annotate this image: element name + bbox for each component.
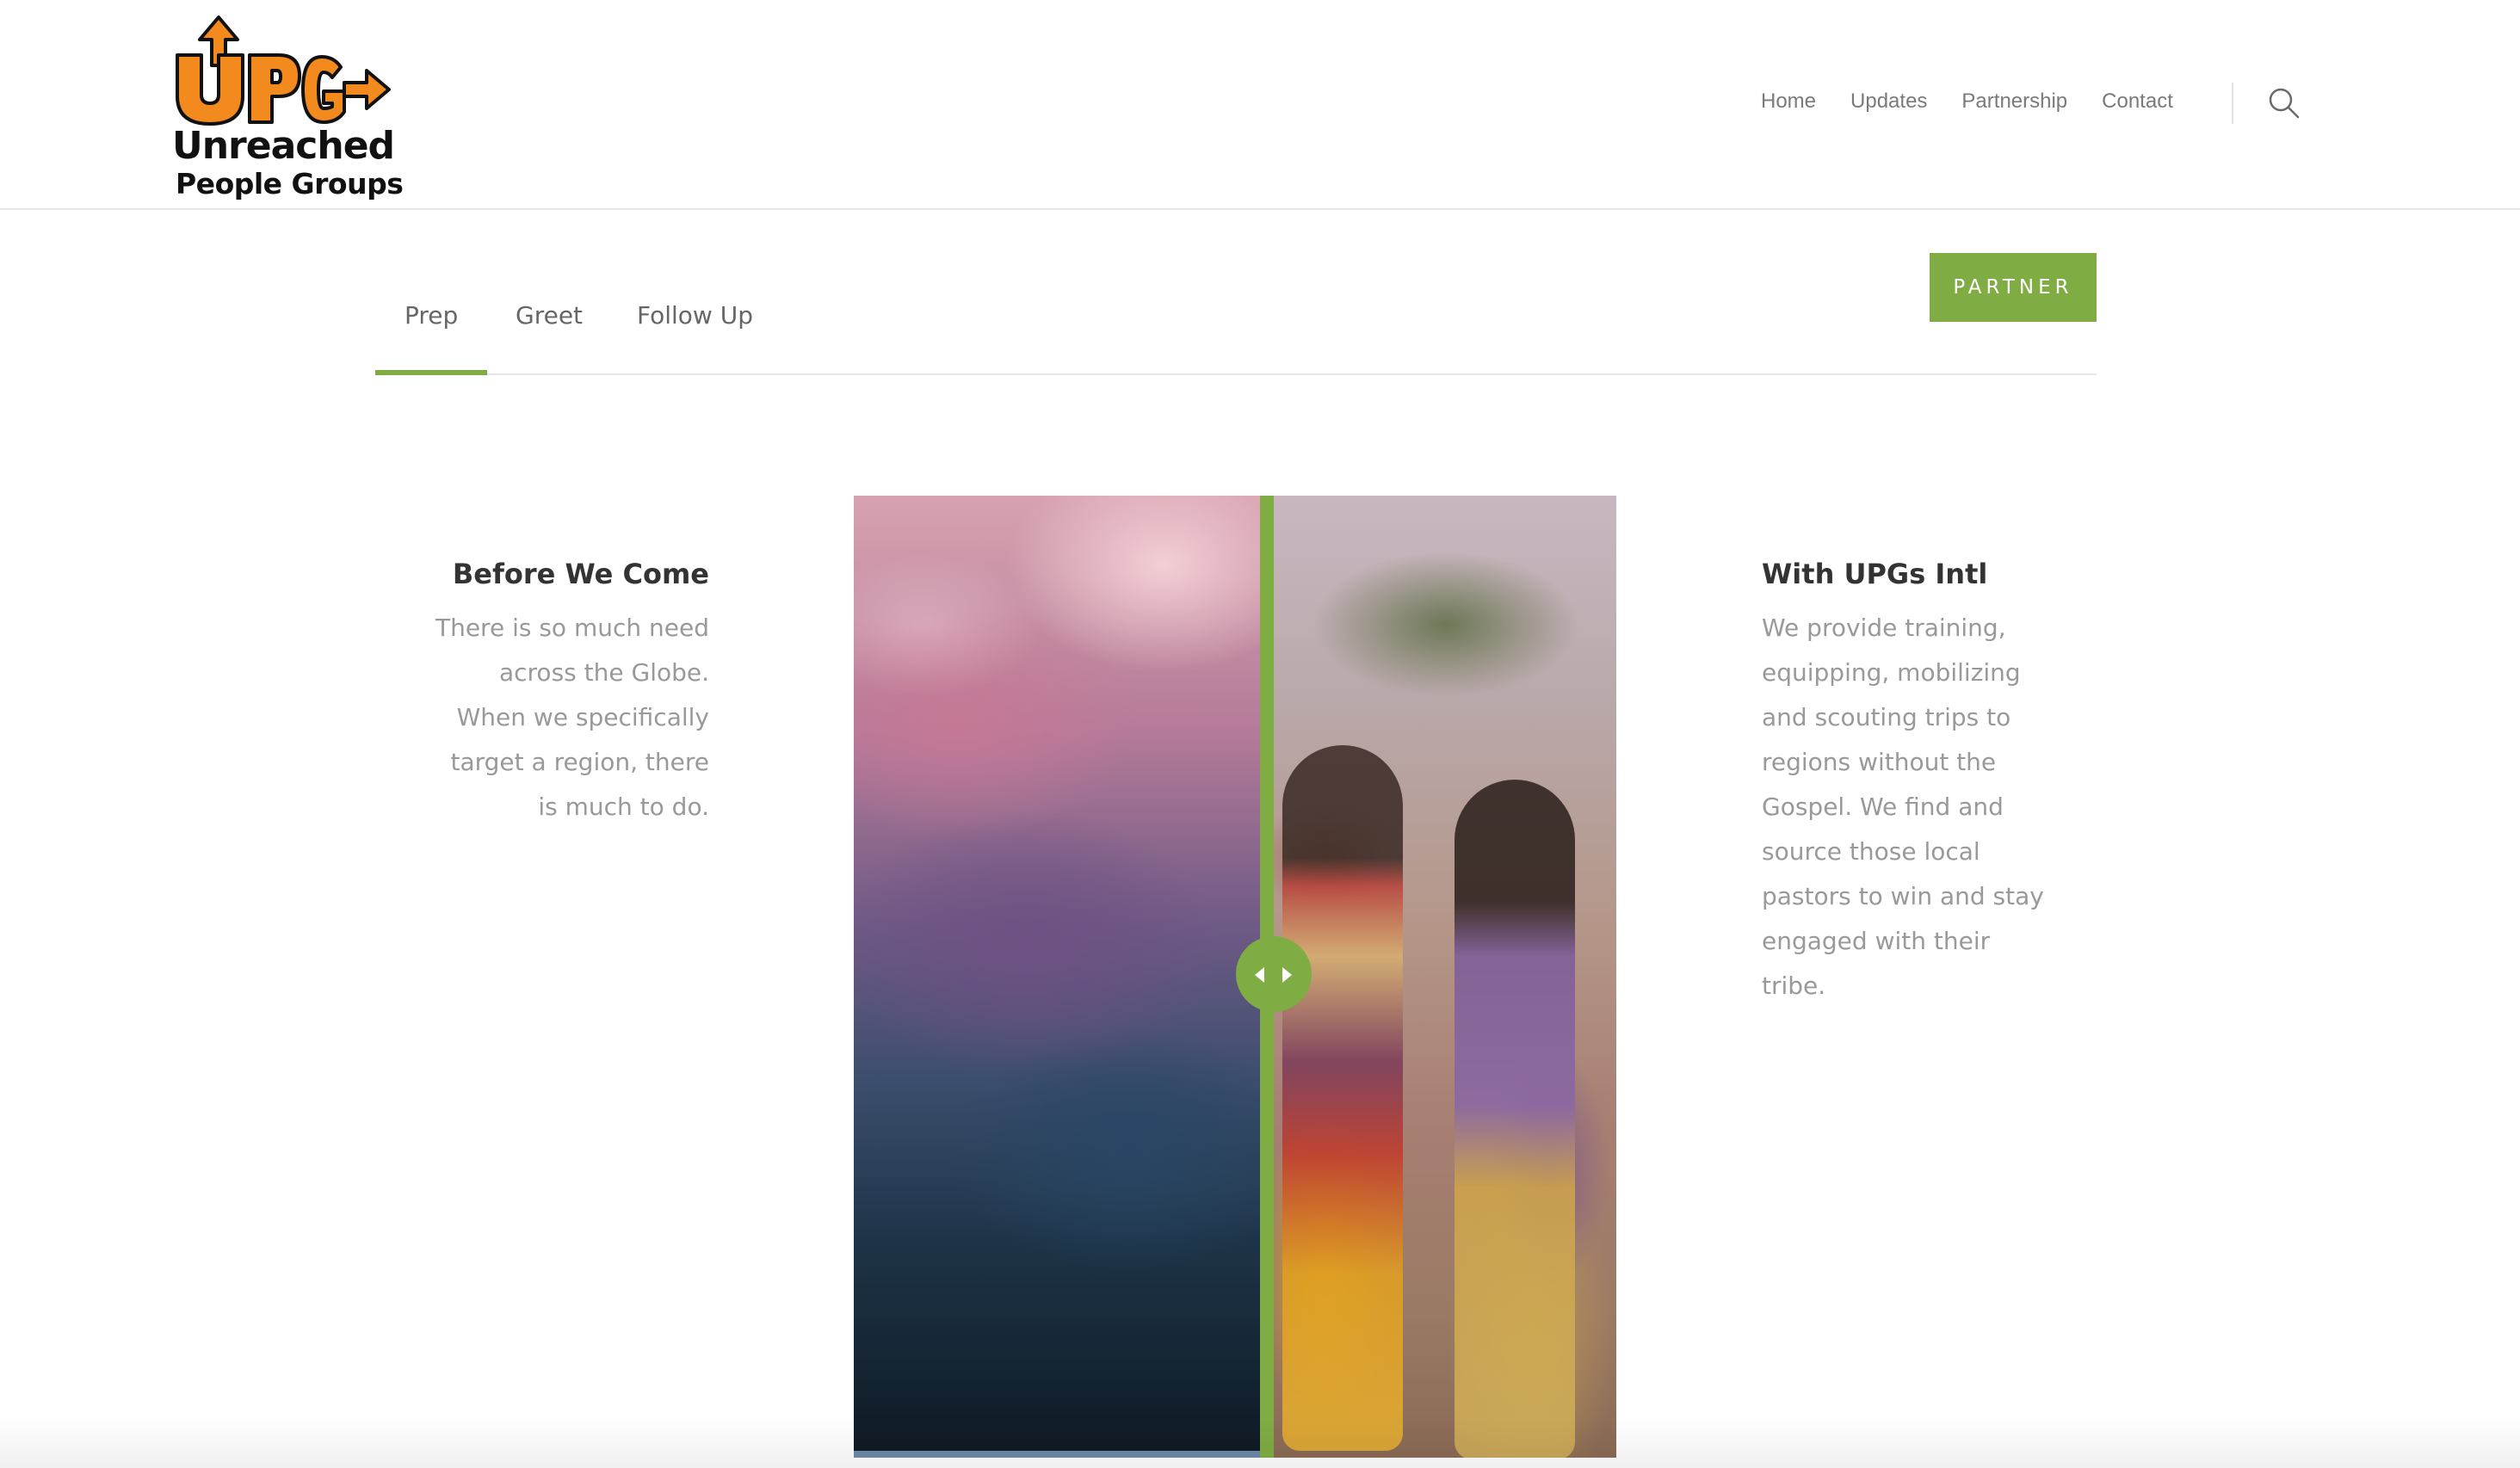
- tab-greet[interactable]: Greet: [516, 301, 583, 330]
- chevron-right-icon: [1282, 967, 1292, 983]
- section-body: There is so much need across the Globe. …: [435, 614, 709, 821]
- before-we-come-section: Before We Come There is so much need acr…: [430, 558, 709, 830]
- section-title: With UPGs Intl: [1762, 558, 1988, 590]
- search-button[interactable]: [2267, 86, 2301, 120]
- site-logo[interactable]: Unreached People Groups: [169, 14, 404, 200]
- search-icon: [2269, 88, 2300, 119]
- active-tab-indicator: [375, 370, 487, 375]
- logo-text-line2: People Groups: [176, 167, 404, 200]
- person-figure: [1282, 745, 1403, 1451]
- before-image: [854, 496, 1267, 1451]
- after-image: [1274, 496, 1616, 1458]
- nav-item-partnership[interactable]: Partnership: [1961, 89, 2067, 114]
- with-upgs-intl-section: With UPGs Intl We provide training, equi…: [1762, 558, 2054, 1008]
- site-header: Unreached People Groups Home Updates Par…: [0, 0, 2520, 210]
- upg-logo-icon: [176, 15, 391, 126]
- section-title: Before We Come: [452, 558, 709, 590]
- image-comparison-slider[interactable]: [854, 496, 1616, 1458]
- tab-bar: Prep Greet Follow Up: [375, 286, 2097, 375]
- partner-button[interactable]: PARTNER: [1930, 253, 2097, 322]
- person-figure: [1455, 780, 1575, 1458]
- nav-item-contact[interactable]: Contact: [2102, 89, 2173, 114]
- nav-item-home[interactable]: Home: [1761, 89, 1816, 114]
- nav-item-updates[interactable]: Updates: [1850, 89, 1927, 114]
- logo-text-line1: Unreached: [172, 124, 395, 168]
- page-bottom-shadow: [0, 1416, 2520, 1468]
- chevron-left-icon: [1255, 967, 1264, 983]
- main-nav: Home Updates Partnership Contact: [1761, 89, 2208, 114]
- tab-prep[interactable]: Prep: [405, 301, 458, 330]
- section-body: We provide training, equipping, mobilizi…: [1762, 614, 2044, 1000]
- tab-follow-up[interactable]: Follow Up: [637, 301, 753, 330]
- slider-handle[interactable]: [1236, 936, 1312, 1012]
- nav-divider: [2232, 83, 2233, 124]
